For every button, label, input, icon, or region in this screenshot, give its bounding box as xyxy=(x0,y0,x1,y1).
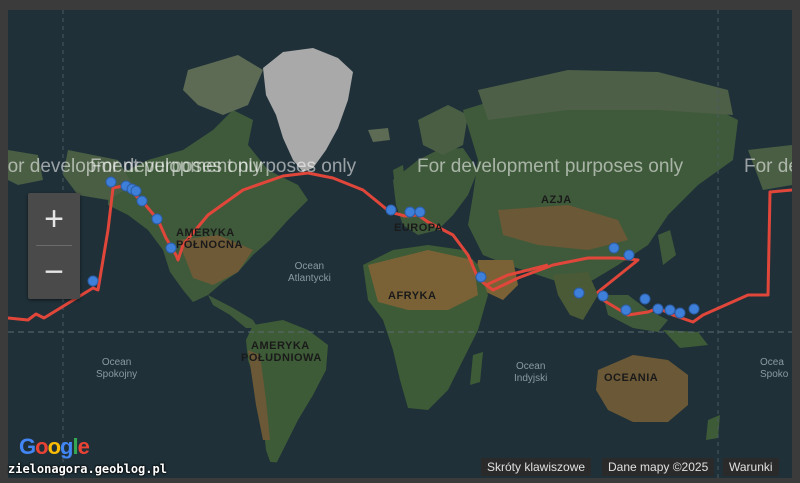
japan xyxy=(658,230,676,265)
label-south-america-2: POŁUDNIOWA xyxy=(241,352,322,364)
world-map xyxy=(8,10,792,478)
new-guinea xyxy=(663,330,708,348)
dev-watermark-1: For development purposes only xyxy=(90,156,357,177)
central-america xyxy=(208,295,258,328)
label-europe: EUROPA xyxy=(394,222,444,234)
scandinavia xyxy=(418,105,468,155)
marker xyxy=(597,290,609,302)
iceland xyxy=(368,128,390,142)
greenland xyxy=(263,48,353,172)
marker xyxy=(404,206,416,218)
label-north-america-2: PÓŁNOCNA xyxy=(176,239,243,251)
zoom-in-button[interactable]: + xyxy=(28,193,80,245)
label-south-america-1: AMERYKA xyxy=(251,340,310,352)
dev-watermark-2: For development purposes only xyxy=(417,156,684,177)
marker xyxy=(623,249,635,261)
marker xyxy=(385,204,397,216)
marker xyxy=(639,293,651,305)
bottom-land xyxy=(248,460,308,478)
madagascar xyxy=(470,352,483,385)
marker xyxy=(688,303,700,315)
label-africa: AFRYKA xyxy=(388,290,437,302)
marker xyxy=(87,275,99,287)
google-logo[interactable]: Google xyxy=(19,434,90,460)
label-pacific-ocean-right: Ocea Spoko xyxy=(760,357,789,380)
map-frame: For development purposes only For develo… xyxy=(0,0,800,483)
marker xyxy=(136,195,148,207)
label-atlantic-ocean: Ocean Atlantycki xyxy=(288,261,331,284)
terms-link[interactable]: Warunki xyxy=(723,458,779,476)
canada-arctic xyxy=(183,55,263,115)
label-indian-ocean: Ocean Indyjski xyxy=(514,361,548,384)
marker xyxy=(664,304,676,316)
label-oceania: OCEANIA xyxy=(604,372,659,384)
label-pacific-ocean: Ocean Spokojny xyxy=(96,357,138,380)
marker xyxy=(573,287,585,299)
zoom-control: + − xyxy=(28,193,80,299)
australia xyxy=(596,355,688,422)
marker xyxy=(620,304,632,316)
marker xyxy=(165,242,177,254)
marker xyxy=(608,242,620,254)
marker xyxy=(414,206,426,218)
site-label: zielonagora.geoblog.pl xyxy=(8,462,167,476)
keyboard-shortcuts-link[interactable]: Skróty klawiszowe xyxy=(481,458,592,476)
marker xyxy=(674,307,686,319)
label-north-america-1: AMERYKA xyxy=(176,227,235,239)
dev-watermark-3: For development purposes only xyxy=(744,156,792,177)
map-data-attribution: Dane mapy ©2025 xyxy=(602,458,715,476)
label-asia: AZJA xyxy=(541,194,572,206)
marker xyxy=(105,176,117,188)
marker xyxy=(475,271,487,283)
marker xyxy=(130,185,142,197)
marker xyxy=(652,303,664,315)
map-canvas[interactable]: For development purposes only For develo… xyxy=(8,10,792,478)
zoom-out-button[interactable]: − xyxy=(28,246,80,298)
marker xyxy=(151,213,163,225)
